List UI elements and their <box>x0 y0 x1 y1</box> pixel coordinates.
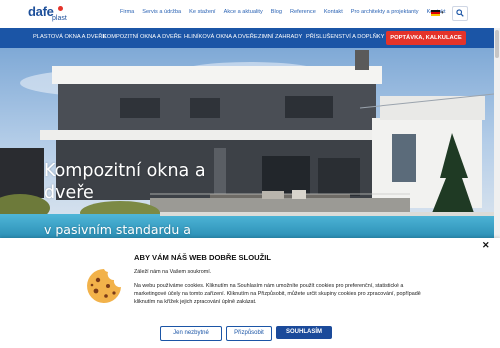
hero-subline: v pasivním standardu a skvělém designu <box>44 222 191 237</box>
topnav-item-blog[interactable]: Blog <box>271 9 282 15</box>
cookie-icon <box>87 269 121 303</box>
topnav-item-akce[interactable]: Akce a aktuality <box>224 9 263 15</box>
cookie-intro: Záleží nám na Vašem soukromí. <box>134 269 212 275</box>
top-nav: Firma Servis a údržba Ke stažení Akce a … <box>120 9 454 15</box>
logo[interactable]: dafe plast <box>28 4 76 24</box>
customize-cookies-button[interactable]: Přizpůsobit <box>226 326 272 341</box>
nav-item-zimni-zahrady[interactable]: ZIMNÍ ZAHRADY <box>258 34 302 40</box>
search-icon <box>456 9 464 17</box>
chevron-down-icon[interactable]: ▾ <box>441 10 444 16</box>
topnav-item-kariera[interactable]: Kontakt <box>324 9 343 15</box>
topnav-item-architekti[interactable]: Pro architekty a projektanty <box>351 9 419 15</box>
logo-sub: plast <box>52 15 67 22</box>
nav-item-hlinikova[interactable]: HLINÍKOVÁ OKNA A DVEŘE <box>184 34 258 40</box>
accept-cookies-button[interactable]: SOUHLASÍM <box>276 326 332 339</box>
logo-dot-icon <box>58 6 63 11</box>
flag-de-icon[interactable] <box>431 10 440 16</box>
topnav-item-ke-stazeni[interactable]: Ke stažení <box>189 9 215 15</box>
close-icon[interactable]: ✕ <box>482 240 490 251</box>
topnav-item-servis[interactable]: Servis a údržba <box>142 9 181 15</box>
hero-image <box>0 48 500 238</box>
nav-item-prislusenstvi[interactable]: PŘÍSLUŠENSTVÍ A DOPLŇKY <box>306 34 384 40</box>
topnav-item-reference[interactable]: Reference <box>290 9 316 15</box>
topnav-item-firma[interactable]: Firma <box>120 9 134 15</box>
nav-item-kompozitni[interactable]: KOMPOZITNÍ OKNA A DVEŘE <box>103 34 182 40</box>
hero-headline: Kompozitní okna a dveře <box>44 161 206 203</box>
cookie-title: ABY VÁM NÁŠ WEB DOBŘE SLOUŽIL <box>134 253 271 262</box>
reject-cookies-button[interactable]: Jen nezbytné <box>160 326 222 341</box>
hero-banner: Kompozitní okna a dveře v pasivním stand… <box>0 48 500 238</box>
page-scrollbar[interactable] <box>494 28 500 238</box>
quote-button[interactable]: POPTÁVKA, KALKULACE <box>386 31 466 45</box>
scrollbar-thumb[interactable] <box>495 30 499 58</box>
cookie-description: Na webu používáme cookies. Kliknutím na … <box>134 283 421 305</box>
search-button[interactable] <box>452 6 468 21</box>
top-bar: dafe plast Firma Servis a údržba Ke staž… <box>0 0 500 28</box>
nav-item-plastova[interactable]: PLASTOVÁ OKNA A DVEŘE <box>33 34 106 40</box>
logo-brand: dafe <box>28 4 54 19</box>
